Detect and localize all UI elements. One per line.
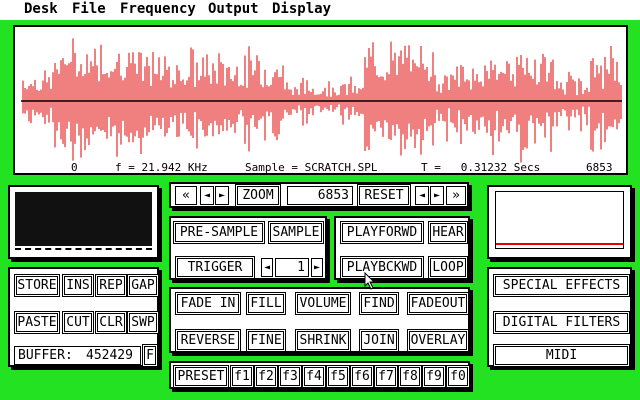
trigger-value[interactable]: 1 [275, 258, 309, 277]
reverse-button[interactable]: REVERSE [177, 331, 239, 350]
output-level-line [496, 243, 623, 245]
sample-panel: PRE-SAMPLE SAMPLE TRIGGER ◄ 1 ► [169, 216, 327, 280]
digital-filters-button[interactable]: DIGITAL FILTERS [495, 313, 628, 332]
pre-sample-button[interactable]: PRE-SAMPLE [175, 223, 263, 242]
process-panel: FADE IN FILL VOLUME FIND FADEOUT REVERSE… [169, 287, 470, 353]
output-monitor-panel [487, 185, 632, 259]
preset-f8-button[interactable]: f8 [400, 367, 420, 386]
menu-file[interactable]: File [72, 1, 106, 18]
zoom-value[interactable]: 6853 [287, 186, 353, 205]
volume-button[interactable]: VOLUME [297, 294, 349, 313]
buffer-f-button[interactable]: F [144, 346, 156, 365]
waveform-plot[interactable] [15, 27, 626, 173]
insert-button[interactable]: INS [64, 276, 92, 295]
sample-button[interactable]: SAMPLE [270, 223, 322, 242]
play-panel: PLAYFORWD HEAR PLAYBCKWD LOOP [334, 216, 470, 280]
edit-panel: STORE INS REP GAP PASTE CUT CLR SWP BUFF… [8, 267, 159, 367]
play-forward-button[interactable]: PLAYFORWD [342, 223, 422, 242]
hear-button[interactable]: HEAR [430, 223, 466, 242]
time-readout: T = 0.31232 Secs [421, 161, 541, 174]
preset-f9-button[interactable]: f9 [424, 367, 444, 386]
clear-button[interactable]: CLR [97, 313, 125, 332]
menu-frequency[interactable]: Frequency [120, 1, 196, 18]
mouse-pointer [364, 272, 376, 290]
zoom-in-button[interactable]: ► [430, 186, 444, 205]
preset-button[interactable]: PRESET [175, 367, 227, 386]
fadeout-button[interactable]: FADEOUT [409, 294, 467, 313]
special-effects-button[interactable]: SPECIAL EFFECTS [495, 276, 628, 295]
join-button[interactable]: JOIN [361, 331, 397, 350]
preset-f2-button[interactable]: f2 [256, 367, 276, 386]
input-level-meter [15, 192, 152, 246]
swap-button[interactable]: SWP [129, 313, 157, 332]
reset-button[interactable]: RESET [359, 186, 409, 205]
scroll-end-button[interactable]: » [446, 186, 466, 205]
preset-f3-button[interactable]: f3 [280, 367, 300, 386]
menu-desk[interactable]: Desk [24, 1, 58, 18]
zoom-button[interactable]: ZOOM [237, 186, 279, 205]
fine-button[interactable]: FINE [248, 331, 284, 350]
midi-button[interactable]: MIDI [495, 346, 628, 365]
gap-button[interactable]: GAP [129, 276, 157, 295]
menu-bar: Desk File Frequency Output Display [0, 0, 640, 22]
meter-scale [15, 248, 152, 250]
shrink-button[interactable]: SHRINK [297, 331, 349, 350]
fade-in-button[interactable]: FADE IN [177, 294, 239, 313]
menu-output[interactable]: Output [208, 1, 259, 18]
effects-panel: SPECIAL EFFECTS DIGITAL FILTERS MIDI [487, 267, 632, 367]
zoom-toolbar: « ◄ ► ZOOM 6853 RESET ◄ ► » [169, 182, 469, 208]
paste-button[interactable]: PASTE [16, 313, 58, 332]
scroll-start-button[interactable]: « [175, 186, 197, 205]
preset-f7-button[interactable]: f7 [376, 367, 396, 386]
replace-button[interactable]: REP [97, 276, 125, 295]
fill-button[interactable]: FILL [248, 294, 284, 313]
loop-button[interactable]: LOOP [430, 258, 466, 277]
input-monitor-panel [8, 185, 159, 259]
find-button[interactable]: FIND [361, 294, 397, 313]
status-line: 0 f = 21.942 KHz Sample = SCRATCH.SPL T … [13, 160, 628, 176]
menu-display[interactable]: Display [272, 1, 331, 18]
zoom-out-button[interactable]: ◄ [415, 186, 429, 205]
preset-f5-button[interactable]: f5 [328, 367, 348, 386]
waveform-display[interactable] [13, 25, 628, 175]
play-backward-button[interactable]: PLAYBCKWD [342, 258, 422, 277]
buffer-label: BUFFER: [18, 348, 73, 363]
store-button[interactable]: STORE [16, 276, 58, 295]
preset-panel: PRESET f1 f2 f3 f4 f5 f6 f7 f8 f9 f0 [169, 361, 470, 389]
trigger-up-button[interactable]: ► [311, 258, 323, 277]
preset-f0-button[interactable]: f0 [448, 367, 468, 386]
scroll-left-button[interactable]: ◄ [200, 186, 214, 205]
sample-name: Sample = SCRATCH.SPL [245, 161, 378, 174]
sample-start: 0 [71, 161, 78, 174]
frequency-readout: f = 21.942 KHz [115, 161, 208, 174]
trigger-button[interactable]: TRIGGER [177, 258, 253, 277]
preset-f1-button[interactable]: f1 [232, 367, 252, 386]
sample-end: 6853 [586, 161, 613, 174]
overlay-button[interactable]: OVERLAY [409, 331, 467, 350]
preset-f4-button[interactable]: f4 [304, 367, 324, 386]
cut-button[interactable]: CUT [64, 313, 92, 332]
buffer-display: BUFFER: 452429 [14, 346, 141, 365]
scroll-right-button[interactable]: ► [215, 186, 229, 205]
preset-f6-button[interactable]: f6 [352, 367, 372, 386]
output-level-meter [495, 191, 624, 249]
trigger-down-button[interactable]: ◄ [261, 258, 273, 277]
buffer-value: 452429 [86, 348, 133, 363]
